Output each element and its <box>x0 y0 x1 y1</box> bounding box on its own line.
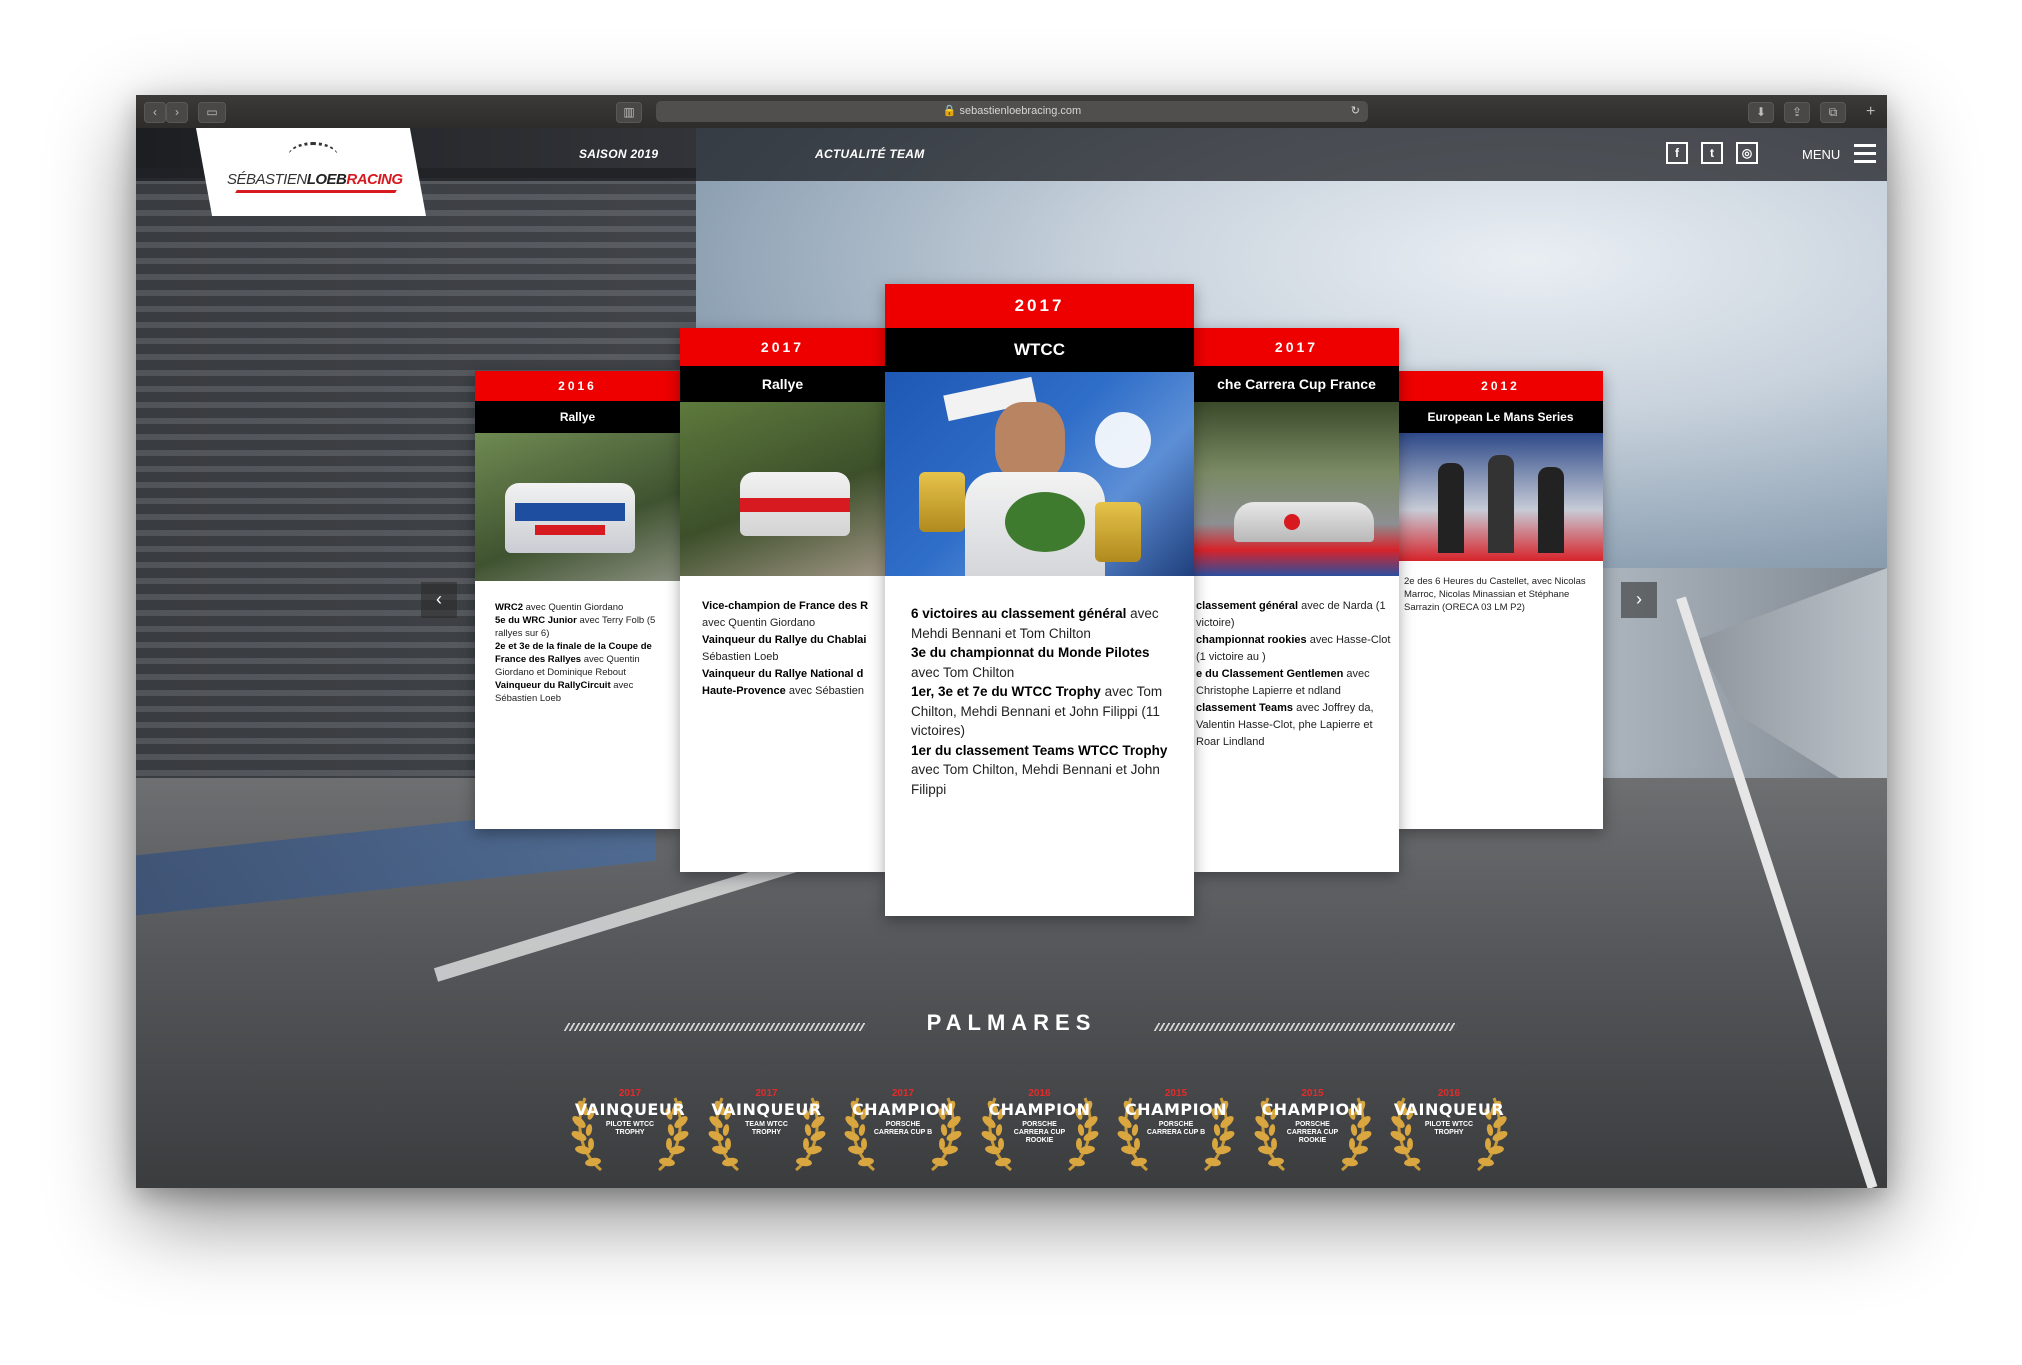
card-year: 2012 <box>1398 371 1603 401</box>
card-photo-rally-car <box>680 402 885 576</box>
hamburger-menu-icon[interactable] <box>1854 144 1876 164</box>
award-year: 2016 <box>1437 1088 1461 1099</box>
chevron-left-icon: ‹ <box>436 589 442 609</box>
card-photo-podium <box>1398 433 1603 561</box>
card-category: Rallye <box>680 366 885 402</box>
award-subtitle: PORSCHE CARRERA CUP ROOKIE <box>1286 1121 1339 1144</box>
award-badge: 2015 CHAMPION PORSCHE CARRERA CUP B <box>1117 1088 1235 1188</box>
award-subtitle: PORSCHE CARRERA CUP ROOKIE <box>1013 1121 1066 1144</box>
chevron-right-icon: › <box>1636 589 1642 609</box>
palmares-card-2017-rallye[interactable]: 2017 Rallye Vice-champion de France des … <box>680 328 885 872</box>
sidebar-icon: ▭ <box>206 105 218 119</box>
card-category: WTCC <box>885 328 1194 372</box>
award-subtitle: TEAM WTCC TROPHY <box>745 1121 788 1136</box>
nav-saison[interactable]: SAISON 2019 <box>579 128 658 181</box>
lock-icon: 🔒 <box>942 105 960 117</box>
new-tab-icon[interactable]: + <box>1866 103 1875 121</box>
palmares-card-2017-wtcc[interactable]: 2017 WTCC 6 victoires au classement géné… <box>885 284 1194 916</box>
award-badge: 2017 CHAMPION PORSCHE CARRERA CUP B <box>844 1088 962 1188</box>
card-year: 2016 <box>475 371 680 401</box>
award-year: 2017 <box>755 1088 778 1099</box>
forward-button[interactable]: › <box>166 102 188 123</box>
card-photo-porsche <box>1194 402 1399 576</box>
palmares-card-2017-porsche[interactable]: 2017 che Carrera Cup France classement g… <box>1194 328 1399 872</box>
card-photo-wtcc-podium <box>885 372 1194 576</box>
pit-wall <box>1696 568 1887 808</box>
award-title: CHAMPION <box>1261 1100 1364 1119</box>
award-badge: 2017 VAINQUEUR PILOTE WTCC TROPHY <box>571 1088 689 1188</box>
card-text: 2e des 6 Heures du Castellet, avec Nicol… <box>1404 576 1586 613</box>
chevron-right-icon: › <box>175 105 179 119</box>
award-year: 2015 <box>1164 1088 1188 1099</box>
url-text: sebastienloebracing.com <box>959 105 1082 117</box>
award-badge: 2016 VAINQUEUR PILOTE WTCC TROPHY <box>1390 1088 1508 1188</box>
share-button[interactable]: ⇪ <box>1784 102 1810 123</box>
award-title: VAINQUEUR <box>711 1100 822 1119</box>
carousel-prev-button[interactable]: ‹ <box>421 582 457 618</box>
card-year: 2017 <box>1194 328 1399 366</box>
award-title: CHAMPION <box>1124 1100 1228 1119</box>
award-badge: 2017 VAINQUEUR TEAM WTCC TROPHY <box>708 1088 826 1188</box>
card-text: Vice-champion de France des R avec Quent… <box>702 600 869 697</box>
award-year: 2017 <box>891 1088 915 1099</box>
palmares-title: PALMARES <box>926 1010 1097 1035</box>
card-category: European Le Mans Series <box>1398 401 1603 433</box>
reload-icon[interactable]: ↻ <box>1351 101 1360 122</box>
menu-label[interactable]: MENU <box>1802 128 1840 181</box>
twitter-icon[interactable]: t <box>1701 142 1723 164</box>
site-logo[interactable]: SÉBASTIENLOEBRACING <box>196 128 426 216</box>
award-subtitle: PILOTE WTCC TROPHY <box>1424 1121 1474 1136</box>
logo-text: SÉBASTIENLOEBRACING <box>227 171 403 188</box>
back-button[interactable]: ‹ <box>144 102 166 123</box>
logo-swoosh <box>235 190 397 193</box>
carousel-next-button[interactable]: › <box>1621 582 1657 618</box>
download-button[interactable]: ⬇ <box>1748 102 1774 123</box>
award-title: CHAMPION <box>988 1100 1091 1119</box>
award-subtitle: PORSCHE CARRERA CUP B <box>873 1121 933 1136</box>
palmares-card-2012-elms[interactable]: 2012 European Le Mans Series 2e des 6 He… <box>1398 371 1603 829</box>
download-icon: ⬇ <box>1755 105 1767 119</box>
award-title: CHAMPION <box>851 1100 955 1119</box>
card-category: Rallye <box>475 401 680 433</box>
palmares-card-2016-rallye[interactable]: 2016 Rallye WRC2 avec Quentin Giordano 5… <box>475 371 680 829</box>
page-viewport: SÉBASTIENLOEBRACING SAISON 2019 ACTUALIT… <box>136 128 1887 1188</box>
instagram-icon[interactable]: ◎ <box>1736 142 1758 164</box>
tabs-button[interactable]: ⧉ <box>1820 102 1846 123</box>
facebook-icon[interactable]: f <box>1666 142 1688 164</box>
award-year: 2015 <box>1301 1088 1324 1099</box>
award-badge: 2015 CHAMPION PORSCHE CARRERA CUP ROOKIE <box>1254 1088 1372 1188</box>
award-subtitle: PILOTE WTCC TROPHY <box>605 1121 655 1136</box>
address-bar[interactable]: 🔒 sebastienloebracing.com ↻ <box>656 101 1368 122</box>
award-year: 2016 <box>1028 1088 1051 1099</box>
card-text: WRC2 avec Quentin Giordano 5e du WRC Jun… <box>495 602 656 704</box>
card-year: 2017 <box>885 284 1194 328</box>
palmares-rule-right <box>1153 1023 1459 1031</box>
card-photo-rally-car <box>475 433 680 581</box>
reader-button[interactable]: ▥ <box>616 102 642 123</box>
award-badge: 2016 CHAMPION PORSCHE CARRERA CUP ROOKIE <box>981 1088 1099 1188</box>
reader-icon: ▥ <box>623 105 635 119</box>
chevron-left-icon: ‹ <box>153 105 157 119</box>
logo-dial <box>288 142 338 171</box>
tabs-icon: ⧉ <box>1828 105 1838 119</box>
award-subtitle: PORSCHE CARRERA CUP B <box>1146 1121 1206 1136</box>
award-title: VAINQUEUR <box>574 1100 686 1119</box>
browser-toolbar: ‹ › ▭ ▥ 🔒 sebastienloebracing.com ↻ ⬇ ⇪ ⧉… <box>136 95 1887 128</box>
sidebar-button[interactable]: ▭ <box>198 102 226 123</box>
award-title: VAINQUEUR <box>1393 1100 1505 1119</box>
card-text: 6 victoires au classement général avec M… <box>911 606 1168 797</box>
card-year: 2017 <box>680 328 885 366</box>
card-category: che Carrera Cup France <box>1194 366 1399 402</box>
card-text: classement général avec de Narda (1 vict… <box>1196 600 1391 748</box>
award-year: 2017 <box>618 1088 642 1099</box>
share-icon: ⇪ <box>1791 105 1803 119</box>
nav-actualite[interactable]: ACTUALITÉ TEAM <box>815 128 925 181</box>
